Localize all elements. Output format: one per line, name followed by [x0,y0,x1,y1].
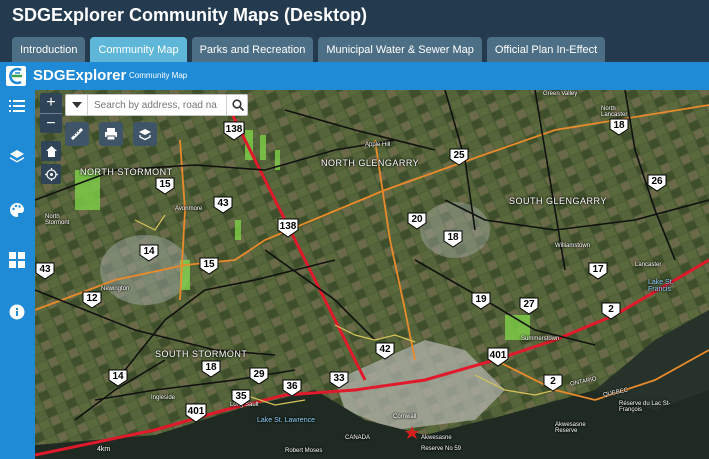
tab-municipal-water-sewer[interactable]: Municipal Water & Sewer Map [318,37,482,62]
route-shield-20: 20 [407,212,427,230]
measure-button[interactable] [65,122,89,146]
region-label-north-glengarry: NORTH GLENGARRY [321,158,420,168]
route-shield-43: 43 [35,262,55,280]
list-icon[interactable] [7,96,27,116]
region-label-south-glengarry: SOUTH GLENGARRY [509,196,607,206]
page-title: SDGExplorer Community Maps (Desktop) [12,5,368,25]
layers-icon[interactable] [7,147,27,167]
app-name: SDGExplorer [33,67,127,84]
tab-community-map[interactable]: Community Map [90,37,187,62]
app-bar: SDGExplorer Community Map [0,62,709,90]
route-shield-15: 15 [199,257,219,275]
place-label: Apple Hill [365,142,391,148]
route-shield-43: 43 [213,196,233,214]
route-shield-18: 18 [609,118,629,136]
zoom-out-button[interactable]: − [40,114,62,134]
place-label: Akwesasne [421,435,452,441]
zoom-control: + − [40,93,62,133]
region-label-south-stormont: SOUTH STORMONT [155,349,248,359]
place-label: Lake St. Francis [648,279,674,293]
route-shield-35: 35 [231,389,251,407]
scale-label: 4km [97,446,111,453]
route-shield-12: 12 [82,291,102,309]
place-label: Newington [101,286,130,292]
place-label: Lake St. Lawrence [257,417,315,424]
place-label: Reserve No 59 [421,446,462,452]
ruler-icon [71,128,83,140]
route-shield-17: 17 [588,262,608,280]
zoom-in-button[interactable]: + [40,93,62,113]
tab-parks-and-recreation[interactable]: Parks and Recreation [191,37,314,62]
route-shield-14: 14 [108,369,128,387]
place-label: Robert Moses [285,448,323,454]
route-shield-26: 26 [647,174,667,192]
locate-icon [44,167,58,181]
route-shield-29: 29 [249,367,269,385]
place-label: North Lancaster [601,106,628,118]
place-label: Akwesasne Reserve [555,422,586,434]
place-label: Summerstown [521,336,560,342]
place-label: North Stormont [45,214,70,226]
place-label: Williamstown [555,243,591,249]
search-widget [65,94,248,116]
route-shield-14: 14 [139,244,159,262]
place-label: Lancaster [635,262,662,268]
scale-bar: 4km [97,446,157,454]
search-button[interactable] [226,95,248,115]
route-shield-138: 138 [223,121,245,141]
route-shield-401: 401 [487,347,509,367]
home-icon [45,145,57,157]
app-logo-icon [6,66,26,86]
place-label: Réserve du Lac St-François [619,401,671,413]
tab-bar: Introduction Community Map Parks and Rec… [12,37,606,62]
sidebar [0,90,35,459]
route-shield-2: 2 [601,302,621,320]
grid-icon[interactable] [7,250,27,270]
print-button[interactable] [99,122,123,146]
palette-icon[interactable] [7,200,27,220]
route-shield-36: 36 [282,379,302,397]
region-label-north-stormont: NORTH STORMONT [80,167,173,177]
place-label: Cornwall [393,414,417,420]
page-header: SDGExplorer Community Maps (Desktop) Int… [0,0,709,62]
locate-button[interactable] [41,164,61,184]
route-shield-2: 2 [543,374,563,392]
route-shield-138: 138 [277,218,299,238]
print-icon [105,128,117,141]
route-shield-18: 18 [201,360,221,378]
basemap-icon [139,129,151,141]
app: SDGExplorer Community Maps (Desktop) Int… [0,0,709,459]
home-button[interactable] [41,141,61,161]
search-input[interactable] [89,95,225,115]
route-shield-15: 15 [155,177,175,195]
search-source-dropdown[interactable] [66,95,88,115]
tab-official-plan[interactable]: Official Plan In-Effect [486,37,606,62]
route-shield-401: 401 [185,403,207,423]
map-view[interactable]: NORTH GLENGARRY NORTH STORMONT SOUTH GLE… [35,90,709,459]
route-shield-18: 18 [443,230,463,248]
route-shield-33: 33 [329,371,349,389]
route-shield-42: 42 [375,342,395,360]
route-shield-25: 25 [449,148,469,166]
place-label: Green Valley [543,91,578,97]
caret-down-icon [71,102,82,108]
route-shield-19: 19 [471,292,491,310]
info-icon[interactable] [7,302,27,322]
place-label: Avonmore [175,206,203,212]
place-label: CANADA [345,435,371,441]
basemap-button[interactable] [133,122,157,146]
place-label: Ingleside [151,395,176,401]
app-subtitle: Community Map [129,71,188,80]
tab-introduction[interactable]: Introduction [12,37,86,62]
route-shield-27: 27 [519,297,539,315]
search-icon [231,99,244,111]
